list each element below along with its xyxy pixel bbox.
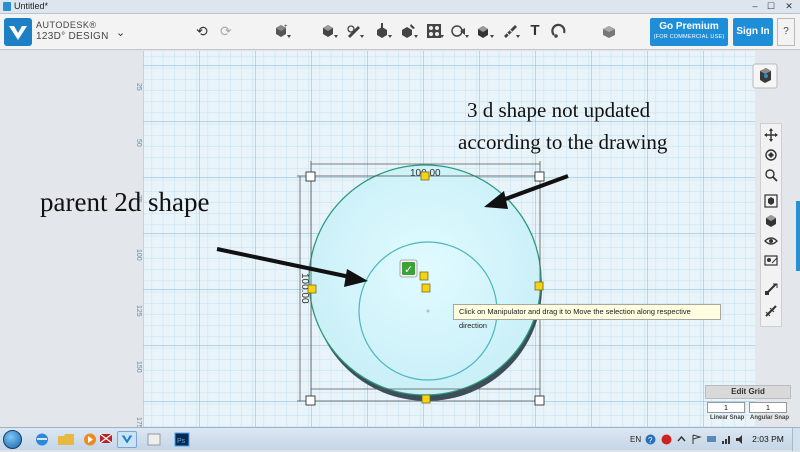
center-point — [426, 309, 430, 313]
primitives-caret-icon — [334, 35, 338, 38]
maximize-button[interactable]: ☐ — [764, 0, 778, 13]
linear-snap-input[interactable]: 1 — [707, 402, 745, 413]
close-button[interactable]: ✕ — [780, 0, 798, 13]
linear-snap-label: Linear Snap — [710, 415, 745, 421]
construct-caret-icon — [388, 35, 392, 38]
pattern-caret-icon — [440, 35, 444, 38]
snap-icon[interactable] — [551, 23, 567, 39]
edit-grid-button[interactable]: Edit Grid — [705, 385, 791, 399]
network-icon[interactable] — [96, 431, 116, 448]
svg-text:?: ? — [648, 436, 653, 445]
photoshop-icon[interactable]: Ps — [172, 431, 192, 448]
window-title: Untitled* — [14, 1, 49, 11]
123d-design-taskbar-button[interactable] — [117, 431, 137, 448]
design-viewport[interactable]: 25 50 75 100 125 150 175 100.00 100.00 — [0, 51, 800, 427]
ruler-label-125: 125 — [135, 305, 142, 317]
help-button[interactable]: ? — [777, 18, 795, 46]
annotation-top-right-line2: according to the drawing — [458, 130, 668, 154]
navigation-bar — [760, 123, 782, 327]
ruler-label-25: 25 — [135, 83, 142, 91]
corner-handle-bottom-right[interactable] — [534, 395, 545, 406]
mid-handle-top[interactable] — [420, 171, 430, 181]
files-icon[interactable] — [144, 431, 164, 448]
rotate-manipulator-handle[interactable] — [421, 283, 431, 293]
ruler-label-100: 100 — [135, 249, 142, 261]
edit-grid-panel: Edit Grid 1 1 Linear Snap Angular Snap — [705, 385, 791, 427]
ruler-label-150: 150 — [135, 361, 142, 373]
tray-expand-icon[interactable] — [676, 434, 687, 445]
app-logo-icon[interactable] — [4, 18, 32, 46]
corner-handle-top-left[interactable] — [305, 171, 316, 182]
app-icon — [3, 2, 11, 11]
annotation-left: parent 2d shape — [40, 187, 210, 217]
transform-caret-icon — [287, 35, 291, 38]
view-cube-icon[interactable] — [752, 63, 778, 89]
annotation-top-right-line1: 3 d shape not updated — [467, 98, 651, 122]
volume-tray-icon[interactable] — [735, 434, 746, 445]
corner-handle-bottom-left[interactable] — [305, 395, 316, 406]
nav-snap-icon[interactable] — [764, 282, 778, 296]
material-icon[interactable] — [601, 23, 617, 39]
grid-canvas[interactable]: 25 50 75 100 125 150 175 100.00 100.00 — [0, 51, 800, 427]
confirm-check-glyph: ✓ — [404, 263, 413, 276]
window-titlebar: Untitled* – ☐ ✕ — [0, 0, 800, 14]
combine-caret-icon — [490, 35, 494, 38]
brand-autodesk: AUTODESK® — [36, 20, 97, 30]
minimize-button[interactable]: – — [748, 0, 762, 13]
flag-tray-icon[interactable] — [691, 434, 702, 445]
mid-handle-left[interactable] — [307, 284, 317, 294]
go-premium-button[interactable]: Go Premium (FOR COMMERCIAL USE) — [650, 18, 728, 46]
main-menu-chevron-down-icon[interactable]: ⌄ — [116, 26, 125, 39]
visibility-icon[interactable] — [764, 234, 778, 248]
pan-icon[interactable] — [764, 128, 778, 142]
angular-snap-label: Angular Snap — [750, 415, 790, 421]
move-manipulator-handle[interactable] — [419, 271, 429, 281]
display-tray-icon[interactable] — [706, 434, 717, 445]
ruler: 25 50 75 100 125 150 175 — [135, 83, 142, 427]
zoom-icon[interactable] — [764, 168, 778, 182]
show-desktop-button[interactable] — [792, 428, 800, 451]
angular-snap-input[interactable]: 1 — [749, 402, 787, 413]
taskbar-clock[interactable]: 2:03 PM — [748, 428, 788, 451]
material-view-icon[interactable] — [764, 254, 778, 268]
corner-handle-top-right[interactable] — [534, 171, 545, 182]
sign-in-button[interactable]: Sign In — [733, 18, 773, 46]
edit-grid-icon[interactable] — [764, 304, 778, 318]
go-premium-sublabel: (FOR COMMERCIAL USE) — [653, 34, 725, 40]
undo-icon[interactable]: ⟲ — [196, 23, 212, 39]
folder-icon[interactable] — [56, 431, 76, 448]
manipulator-tooltip: Click on Manipulator and drag it to Move… — [453, 304, 721, 330]
mid-handle-right[interactable] — [534, 281, 544, 291]
mid-handle-bottom[interactable] — [421, 394, 431, 404]
side-panel-tab[interactable] — [796, 201, 800, 271]
ie-icon[interactable] — [32, 431, 52, 448]
antivirus-tray-icon[interactable] — [661, 434, 672, 445]
ruler-label-175: 175 — [135, 417, 142, 427]
go-premium-label: Go Premium — [659, 21, 719, 32]
grouping-caret-icon — [465, 35, 469, 38]
brand-product: 123D° DESIGN — [36, 31, 109, 42]
svg-text:Ps: Ps — [177, 438, 186, 445]
text-icon[interactable]: T — [527, 23, 543, 39]
svg-text:+: + — [284, 24, 288, 30]
help-tray-icon[interactable]: ? — [645, 434, 656, 445]
sketch-caret-icon — [360, 35, 364, 38]
network-tray-icon[interactable] — [721, 434, 732, 445]
orbit-icon[interactable] — [764, 148, 778, 162]
123d-design-icon — [121, 435, 133, 444]
windows-taskbar: Ps EN ? 2:03 PM — [0, 427, 800, 451]
language-indicator[interactable]: EN — [630, 428, 641, 451]
ruler-label-50: 50 — [135, 139, 142, 147]
redo-icon[interactable]: ⟳ — [220, 23, 236, 39]
measure-caret-icon — [516, 35, 520, 38]
modify-caret-icon — [414, 35, 418, 38]
fit-icon[interactable] — [764, 194, 778, 208]
start-button[interactable] — [3, 430, 22, 449]
main-toolbar: AUTODESK® 123D° DESIGN ⌄ ⟲ ⟳ + T Go Prem… — [0, 14, 800, 50]
view-mode-icon[interactable] — [764, 214, 778, 228]
